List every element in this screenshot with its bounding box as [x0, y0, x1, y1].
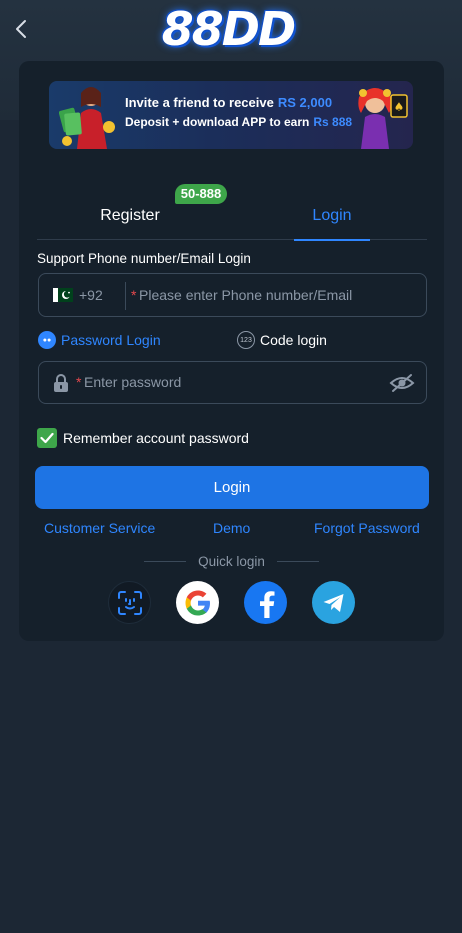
quick-login-label: Quick login	[198, 553, 265, 569]
chevron-left-icon	[16, 20, 26, 38]
password-input[interactable]	[84, 372, 374, 394]
field-divider	[125, 282, 126, 310]
remember-checkbox[interactable]	[37, 428, 57, 448]
quick-login-options	[19, 581, 444, 625]
customer-service-link[interactable]: Customer Service	[44, 520, 155, 536]
code-login-option[interactable]: 123 Code login	[237, 328, 327, 352]
login-method-heading: Support Phone number/Email Login	[37, 251, 251, 266]
pakistan-flag-icon	[53, 288, 73, 302]
login-button[interactable]: Login	[35, 466, 429, 509]
required-mark: *	[76, 374, 82, 390]
phone-email-input[interactable]	[139, 285, 419, 307]
tab-register-label: Register	[100, 207, 160, 224]
remember-password-toggle[interactable]: Remember account password	[37, 428, 249, 448]
promo-line-2: Deposit + download APP to earn Rs 888	[125, 115, 353, 129]
promo-girl-left-image	[59, 87, 115, 149]
demo-link[interactable]: Demo	[213, 520, 250, 536]
telegram-icon	[323, 593, 343, 612]
login-card: Invite a friend to receive RS 2,000 Depos…	[19, 61, 444, 641]
auth-tabs: Register 50-888 Login	[37, 184, 427, 241]
phone-email-field[interactable]: +92 * Please enter Phone number/Email	[38, 273, 427, 317]
face-id-login-button[interactable]	[108, 581, 151, 624]
login-mode-switch: ●● Password Login 123 Code login	[38, 328, 427, 352]
remember-label: Remember account password	[63, 430, 249, 446]
telegram-login-button[interactable]	[312, 581, 355, 624]
divider-line	[144, 560, 187, 562]
required-mark: *	[131, 287, 137, 303]
tab-login-label: Login	[312, 207, 352, 224]
code-123-icon: 123	[237, 331, 255, 349]
svg-text:♠: ♠	[394, 100, 405, 114]
tab-register[interactable]: Register 50-888	[75, 184, 227, 240]
promo-banner[interactable]: Invite a friend to receive RS 2,000 Depos…	[49, 81, 413, 149]
tab-login[interactable]: Login	[294, 196, 370, 241]
promo-girl-right-image: ♠	[358, 88, 408, 149]
google-icon	[185, 590, 210, 615]
check-icon	[40, 432, 54, 444]
password-dots-icon: ●●	[38, 331, 56, 349]
divider-line	[276, 560, 319, 562]
password-login-label: Password Login	[61, 332, 161, 348]
logo: 88DD	[161, 2, 296, 56]
back-button[interactable]	[10, 16, 32, 42]
google-login-button[interactable]	[176, 581, 219, 624]
eye-off-icon[interactable]	[389, 373, 415, 393]
face-id-icon	[117, 590, 142, 615]
promo-amount-1: RS 2,000	[277, 95, 333, 110]
password-field[interactable]: * Enter password	[38, 361, 427, 404]
lock-icon	[54, 374, 68, 392]
help-links: Customer Service Demo Forgot Password	[19, 520, 444, 538]
promo-line-1: Invite a friend to receive RS 2,000	[125, 95, 333, 110]
forgot-password-link[interactable]: Forgot Password	[314, 520, 420, 536]
facebook-icon	[259, 590, 274, 618]
password-login-option[interactable]: ●● Password Login	[38, 328, 161, 352]
quick-login-divider: Quick login	[19, 552, 444, 570]
country-code[interactable]: +92	[79, 287, 103, 303]
code-login-label: Code login	[260, 332, 327, 348]
facebook-login-button[interactable]	[244, 581, 287, 624]
register-bonus-badge: 50-888	[175, 184, 227, 204]
promo-amount-2: Rs 888	[313, 115, 353, 129]
